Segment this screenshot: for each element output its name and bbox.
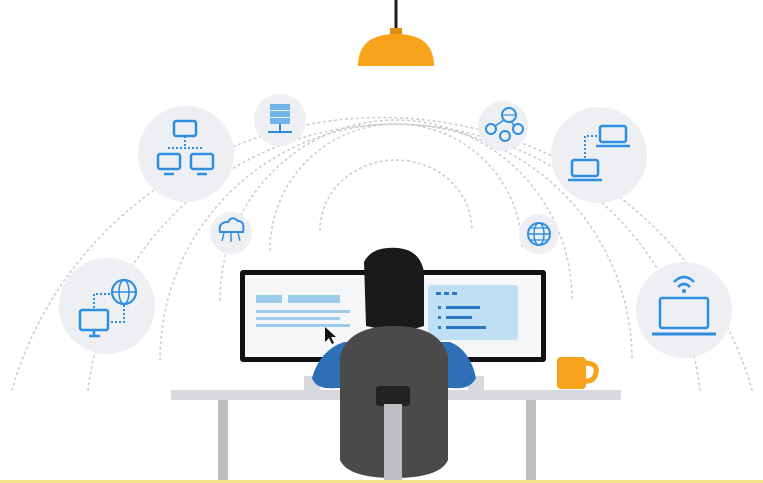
globe-icon [519, 214, 559, 254]
hair [364, 247, 424, 330]
globe-network-icon [478, 101, 528, 151]
server-network-icon [254, 94, 306, 146]
arc-5 [269, 123, 523, 251]
cloud-network-icon [210, 212, 252, 254]
network-illustration [11, 0, 753, 483]
chair-post [384, 404, 402, 483]
wifi-laptop-icon [636, 262, 732, 358]
laptop-connection-icon [551, 107, 647, 203]
desktop-globe-icon [59, 258, 155, 354]
coffee-mug-icon [557, 357, 599, 389]
chair-handle [376, 386, 410, 406]
lamp-shade [358, 34, 434, 66]
network-topology-icon [138, 106, 234, 202]
arc-6 [319, 159, 473, 231]
pendant-lamp-icon [358, 0, 434, 66]
